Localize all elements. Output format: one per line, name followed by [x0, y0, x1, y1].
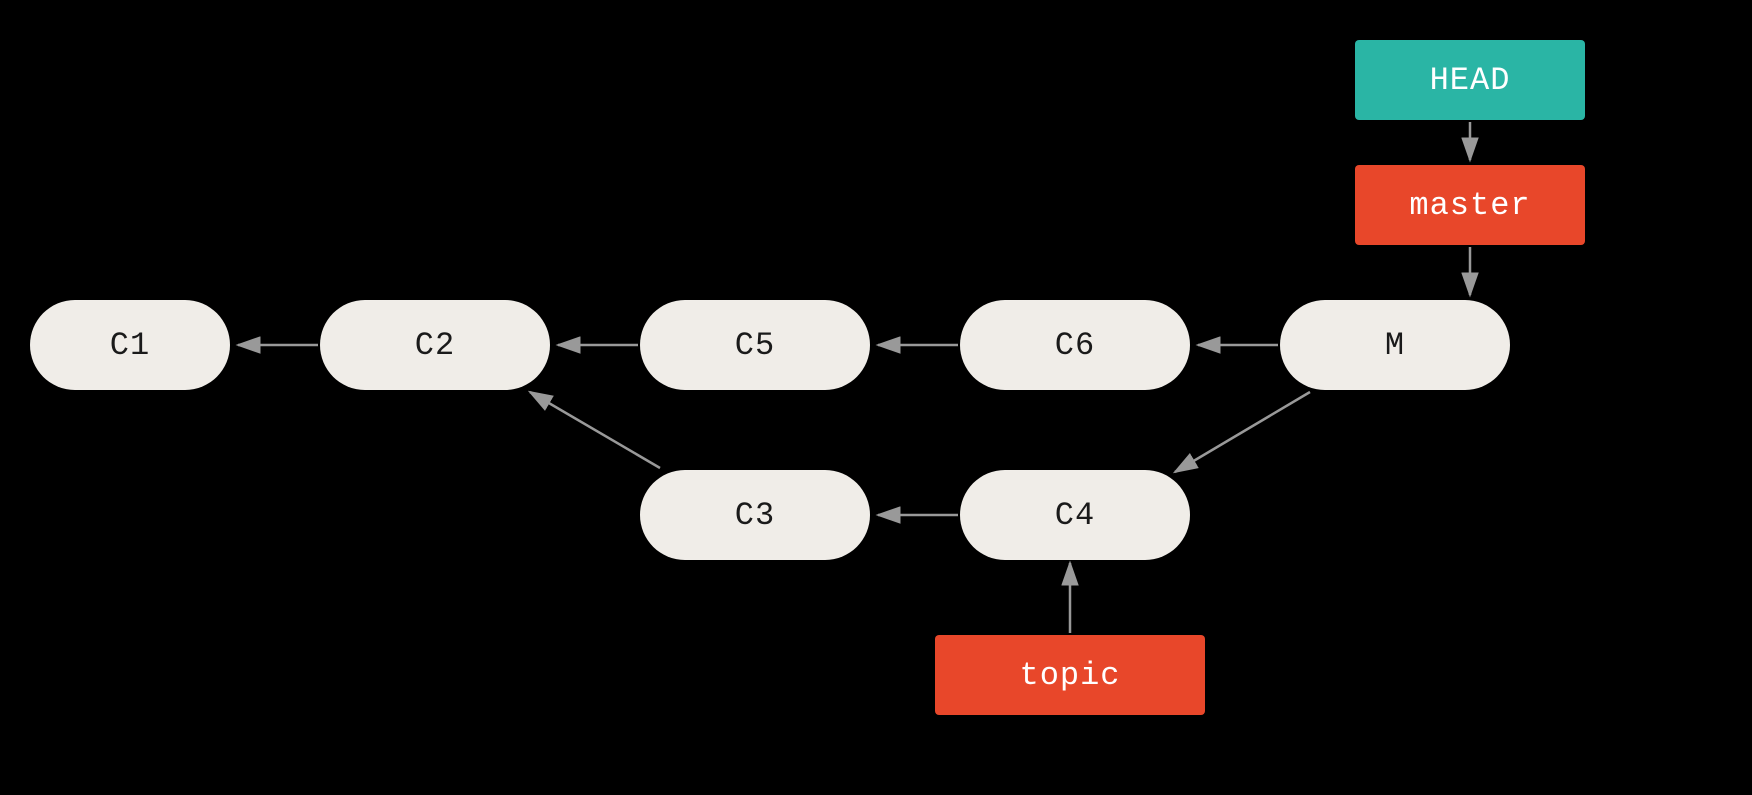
- commit-C2: C2: [320, 300, 550, 390]
- commit-M: M: [1280, 300, 1510, 390]
- git-diagram: HEAD master M C6 C5 C2 C1 C4 C3 topic: [0, 0, 1752, 795]
- topic-node: topic: [935, 635, 1205, 715]
- master-node: master: [1355, 165, 1585, 245]
- commit-C3: C3: [640, 470, 870, 560]
- commit-C5: C5: [640, 300, 870, 390]
- commit-C4: C4: [960, 470, 1190, 560]
- head-node: HEAD: [1355, 40, 1585, 120]
- commit-C6: C6: [960, 300, 1190, 390]
- commit-C1: C1: [30, 300, 230, 390]
